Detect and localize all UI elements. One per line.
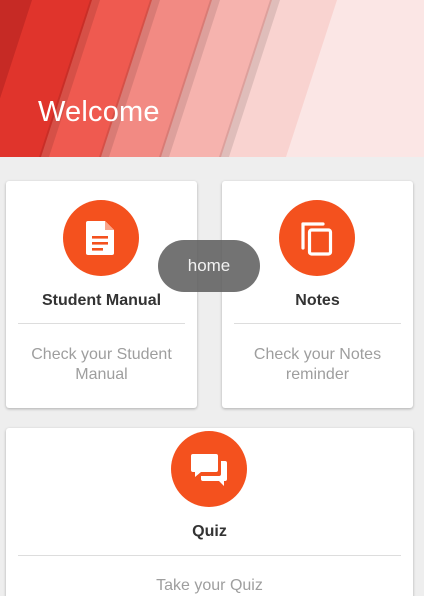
- welcome-banner: Welcome: [0, 0, 424, 157]
- copy-pages-icon: [279, 200, 355, 276]
- card-title: Notes: [295, 292, 340, 309]
- student-manual-card[interactable]: Student Manual Check your Student Manual: [6, 181, 197, 408]
- card-title: Quiz: [192, 523, 227, 540]
- card-divider: [18, 555, 401, 556]
- card-description: Check your Student Manual: [31, 346, 172, 383]
- card-divider: [18, 323, 185, 324]
- toast-text: home: [187, 256, 231, 275]
- card-title: Student Manual: [41, 292, 162, 309]
- card-divider: [234, 323, 401, 324]
- app-screen: Welcome Student Manual Check your Studen…: [0, 0, 424, 596]
- toast-message: home: [158, 240, 260, 292]
- document-icon: [63, 200, 139, 276]
- card-description: Check your Notes reminder: [253, 346, 382, 383]
- notes-card[interactable]: Notes Check your Notes reminder: [222, 181, 413, 408]
- card-description: Take your Quiz: [156, 577, 263, 594]
- quiz-card[interactable]: Quiz Take your Quiz: [6, 428, 413, 596]
- page-title: Welcome: [38, 96, 160, 128]
- chat-bubbles-icon: [171, 431, 247, 507]
